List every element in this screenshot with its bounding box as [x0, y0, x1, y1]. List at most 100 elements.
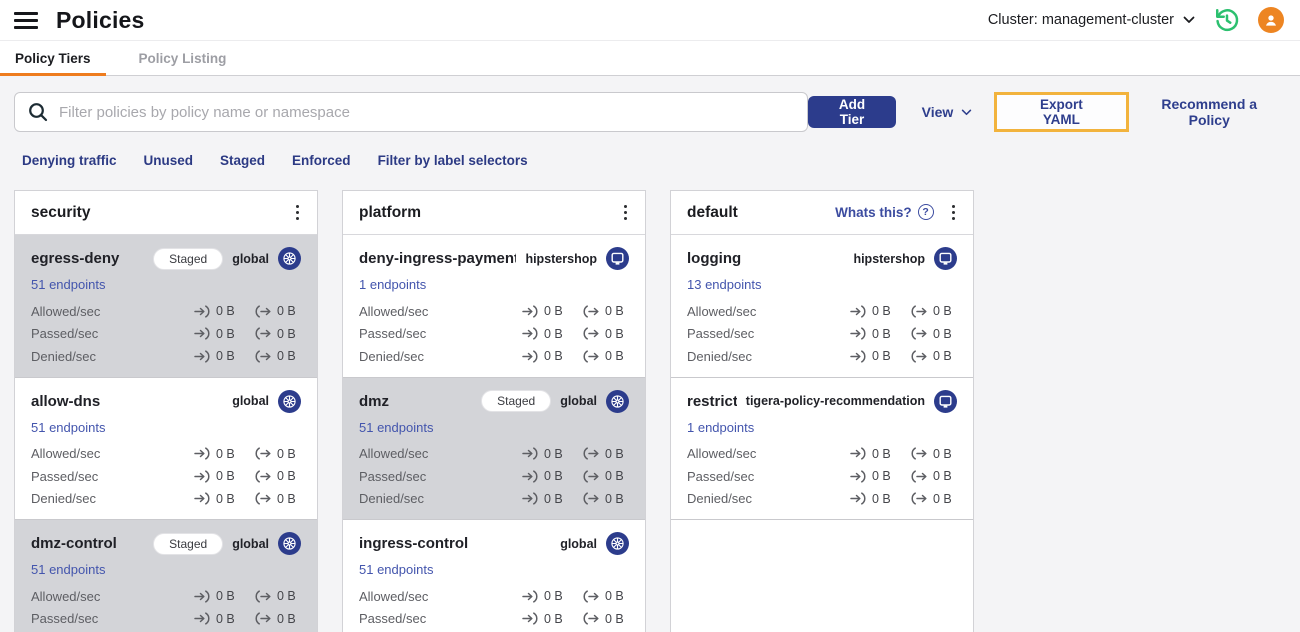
egress-value: 0 B — [277, 491, 296, 506]
ingress-stat: 0 B — [522, 349, 568, 363]
ingress-stat: 0 B — [194, 447, 240, 461]
kebab-menu-icon[interactable] — [618, 201, 633, 224]
filter-enforced[interactable]: Enforced — [292, 153, 351, 168]
stat-row: Allowed/sec 0 B 0 B — [359, 443, 629, 466]
policy-search-input[interactable] — [59, 103, 796, 121]
cluster-selector[interactable]: Cluster: management-cluster — [988, 12, 1195, 28]
user-avatar[interactable] — [1258, 7, 1284, 33]
filter-unused[interactable]: Unused — [144, 153, 194, 168]
ingress-value: 0 B — [544, 469, 563, 484]
staged-badge: Staged — [153, 247, 224, 270]
ingress-arrow-icon — [194, 447, 210, 460]
policy-scope-label: hipstershop — [525, 251, 597, 266]
stat-row: Passed/sec 0 B 0 B — [359, 465, 629, 488]
egress-stat: 0 B — [255, 327, 301, 341]
ingress-arrow-icon — [850, 350, 866, 363]
endpoints-link[interactable]: 51 endpoints — [31, 562, 105, 577]
quick-filters: Denying traffic Unused Staged Enforced F… — [0, 132, 1300, 168]
endpoints-link[interactable]: 51 endpoints — [31, 420, 105, 435]
policy-scope-label: global — [560, 536, 597, 551]
tier-header: default Whats this? ? — [671, 191, 973, 235]
egress-arrow-icon — [911, 327, 927, 340]
egress-value: 0 B — [605, 491, 624, 506]
policy-card[interactable]: ingress-control global 51 endpoints Allo… — [343, 520, 645, 632]
egress-value: 0 B — [605, 469, 624, 484]
egress-arrow-icon — [255, 350, 271, 363]
question-circle-icon: ? — [917, 204, 934, 221]
tiers-row: security egress-deny Staged global 51 en… — [0, 168, 1300, 632]
egress-stat: 0 B — [911, 469, 957, 483]
policy-name: restricted — [687, 392, 737, 410]
top-bar: Policies Cluster: management-cluster — [0, 0, 1300, 40]
recommend-policy-button[interactable]: Recommend a Policy — [1141, 96, 1279, 128]
stat-row: Denied/sec 0 B 0 B — [31, 345, 301, 368]
ingress-arrow-icon — [194, 612, 210, 625]
ingress-arrow-icon — [522, 590, 538, 603]
policy-card[interactable]: allow-dns global 51 endpoints Allowed/se… — [15, 377, 317, 520]
egress-value: 0 B — [933, 349, 952, 364]
policy-card[interactable]: dmz Staged global 51 endpoints Allowed/s… — [343, 377, 645, 520]
ingress-stat: 0 B — [850, 492, 896, 506]
ingress-arrow-icon — [850, 492, 866, 505]
ingress-stat: 0 B — [522, 492, 568, 506]
view-dropdown-button[interactable]: View — [922, 104, 973, 120]
ingress-stat: 0 B — [850, 304, 896, 318]
cluster-selector-label: Cluster: management-cluster — [987, 12, 1174, 28]
add-tier-button[interactable]: Add Tier — [808, 96, 896, 128]
policy-card[interactable]: logging hipstershop 13 endpoints Allowed… — [671, 235, 973, 378]
stat-row: Denied/sec 0 B 0 B — [687, 345, 957, 368]
history-icon[interactable] — [1213, 7, 1240, 34]
endpoints-link[interactable]: 1 endpoints — [359, 277, 426, 292]
search-icon — [27, 101, 49, 123]
endpoints-link[interactable]: 1 endpoints — [687, 420, 754, 435]
policy-name: deny-ingress-paymentservi... — [359, 250, 516, 267]
kebab-menu-icon[interactable] — [290, 201, 305, 224]
ingress-value: 0 B — [544, 589, 563, 604]
endpoints-link[interactable]: 51 endpoints — [31, 277, 105, 292]
staged-badge: Staged — [153, 532, 224, 555]
stat-label: Allowed/sec — [359, 446, 429, 462]
ingress-arrow-icon — [522, 470, 538, 483]
ingress-stat: 0 B — [850, 469, 896, 483]
ingress-arrow-icon — [850, 447, 866, 460]
egress-stat: 0 B — [255, 447, 301, 461]
ingress-arrow-icon — [522, 350, 538, 363]
egress-value: 0 B — [605, 611, 624, 626]
filter-staged[interactable]: Staged — [220, 153, 265, 168]
ingress-value: 0 B — [544, 491, 563, 506]
tier-help-link[interactable]: Whats this? ? — [835, 204, 934, 221]
tab-policy-listing[interactable]: Policy Listing — [124, 41, 242, 75]
ingress-value: 0 B — [216, 326, 235, 341]
ingress-value: 0 B — [216, 589, 235, 604]
egress-value: 0 B — [277, 469, 296, 484]
ingress-arrow-icon — [522, 492, 538, 505]
egress-value: 0 B — [277, 589, 296, 604]
stat-label: Allowed/sec — [359, 588, 429, 604]
egress-stat: 0 B — [583, 304, 629, 318]
tab-policy-tiers[interactable]: Policy Tiers — [0, 41, 106, 76]
stat-row: Allowed/sec 0 B 0 B — [31, 443, 301, 466]
stat-label: Passed/sec — [687, 326, 755, 342]
egress-stat: 0 B — [583, 349, 629, 363]
tier-column: platform deny-ingress-paymentservi... hi… — [342, 190, 646, 632]
policy-list: deny-ingress-paymentservi... hipstershop… — [343, 235, 645, 632]
endpoints-link[interactable]: 13 endpoints — [687, 277, 761, 292]
hamburger-menu-icon[interactable] — [14, 11, 38, 29]
stat-label: Passed/sec — [359, 468, 427, 484]
policy-scope-label: tigera-policy-recommendation — [745, 394, 925, 408]
kebab-menu-icon[interactable] — [946, 201, 961, 224]
ingress-arrow-icon — [522, 447, 538, 460]
policy-card[interactable]: egress-deny Staged global 51 endpoints A… — [15, 235, 317, 378]
policy-card[interactable]: restricted tigera-policy-recommendation … — [671, 377, 973, 520]
policy-card[interactable]: deny-ingress-paymentservi... hipstershop… — [343, 235, 645, 378]
stat-row: Denied/sec 0 B 0 B — [359, 345, 629, 368]
endpoints-link[interactable]: 51 endpoints — [359, 562, 433, 577]
ingress-value: 0 B — [216, 469, 235, 484]
egress-stat: 0 B — [255, 589, 301, 603]
policy-card[interactable]: dmz-control Staged global 51 endpoints A… — [15, 520, 317, 632]
filter-by-label-selectors[interactable]: Filter by label selectors — [378, 153, 528, 168]
filter-denying-traffic[interactable]: Denying traffic — [22, 153, 117, 168]
egress-value: 0 B — [933, 491, 952, 506]
export-yaml-button[interactable]: Export YAML — [997, 95, 1126, 129]
endpoints-link[interactable]: 51 endpoints — [359, 420, 433, 435]
